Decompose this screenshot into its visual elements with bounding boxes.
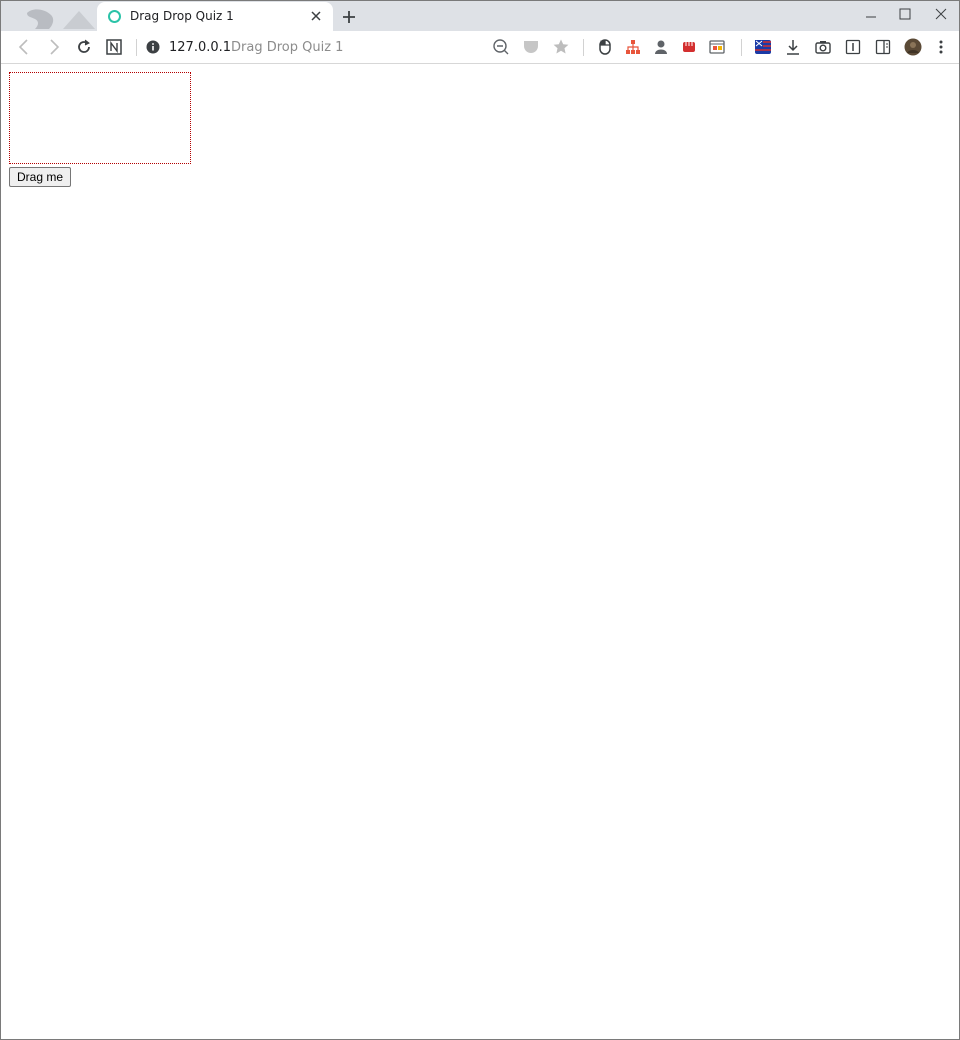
menu-kebab-icon[interactable] [932,38,950,56]
tab-background-decoration [27,9,95,29]
active-tab[interactable]: Drag Drop Quiz 1 [97,2,333,31]
download-icon[interactable] [784,38,802,56]
site-info-icon[interactable] [144,38,162,56]
window-extension-icon[interactable] [708,38,726,56]
camera-icon[interactable] [814,38,832,56]
page-content: Drag me [1,65,959,1039]
back-arrow-icon[interactable] [15,38,33,56]
url-host[interactable]: 127.0.0.1 [169,40,231,55]
new-tab-plus-icon[interactable] [340,8,358,26]
drop-zone[interactable] [9,72,191,164]
browser-toolbar: 127.0.0.1 Drag Drop Quiz 1 [1,31,959,64]
browser-window: Drag Drop Quiz 1 127.0.0.1 Drag Drop Qui… [0,0,960,1040]
profile-avatar-icon[interactable] [904,38,922,56]
close-window-icon[interactable] [930,5,952,25]
reader-mode-icon[interactable] [844,38,862,56]
fist-extension-icon[interactable] [680,38,698,56]
maximize-icon[interactable] [894,5,916,25]
url-page-title[interactable]: Drag Drop Quiz 1 [231,40,343,55]
toolbar-separator [136,39,137,56]
tab-close-icon[interactable] [308,8,324,24]
sidebar-toggle-icon[interactable] [874,38,892,56]
sitemap-extension-icon[interactable] [624,38,642,56]
translate-flag-icon[interactable] [754,38,772,56]
forward-arrow-icon[interactable] [45,38,63,56]
bookmark-star-icon[interactable] [552,38,570,56]
toolbar-separator [741,39,742,56]
reload-icon[interactable] [75,38,93,56]
tab-favicon-icon [108,10,121,23]
pocket-icon[interactable] [522,38,540,56]
zoom-out-icon[interactable] [492,38,510,56]
mouse-extension-icon[interactable] [596,38,614,56]
user-extension-icon[interactable] [652,38,670,56]
notion-n-icon[interactable] [105,38,123,56]
drag-me-button[interactable]: Drag me [9,167,72,187]
minimize-icon[interactable] [860,5,882,25]
toolbar-separator [583,39,584,56]
tab-title: Drag Drop Quiz 1 [130,9,234,23]
tab-strip: Drag Drop Quiz 1 [1,1,959,31]
